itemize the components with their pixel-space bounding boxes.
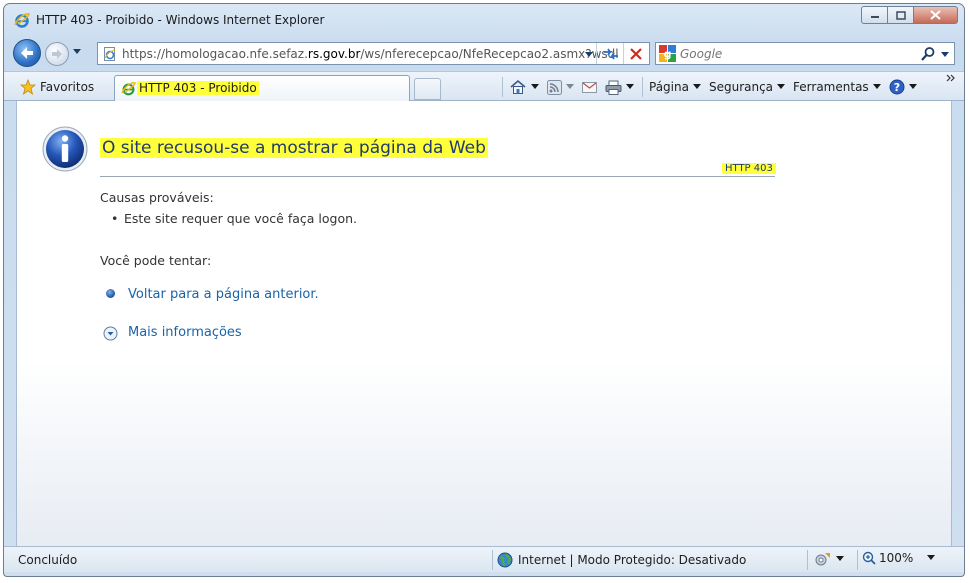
command-separator (642, 77, 643, 97)
security-dropdown-icon (836, 556, 844, 561)
info-icon (42, 126, 88, 172)
page-icon (104, 47, 116, 61)
rss-feed-icon (547, 79, 562, 95)
globe-icon (497, 552, 513, 568)
favorites-label: Favoritos (40, 80, 95, 94)
status-separator (857, 550, 858, 570)
zoom-control[interactable]: 100% (862, 551, 936, 565)
security-zone[interactable]: Internet | Modo Protegido: Desativado (497, 551, 746, 569)
expand-down-icon[interactable] (103, 326, 118, 341)
back-arrow-icon (21, 47, 33, 59)
command-separator (502, 77, 503, 97)
status-text: Concluído (18, 553, 78, 567)
tools-menu-dropdown-icon (872, 84, 881, 89)
home-icon (510, 79, 526, 94)
svg-text:?: ? (893, 81, 899, 94)
status-separator (807, 550, 808, 570)
forward-arrow-icon (52, 49, 62, 59)
home-button[interactable] (509, 79, 539, 95)
minimize-button[interactable] (861, 6, 888, 24)
cause-item: Este site requer que você faça logon. (111, 211, 357, 226)
page-menu-dropdown-icon (692, 84, 701, 89)
bullet-icon (106, 289, 115, 298)
caption-buttons (861, 6, 958, 26)
causes-heading: Causas prováveis: (100, 190, 214, 205)
page-content: O site recusou-se a mostrar a página da … (16, 101, 952, 546)
help-dropdown-icon (908, 84, 917, 89)
forward-button[interactable] (45, 42, 69, 66)
more-information-link[interactable]: Mais informações (128, 325, 242, 340)
maximize-icon (895, 10, 906, 20)
minimize-icon (870, 16, 879, 18)
security-gear-icon (815, 553, 830, 566)
close-icon (930, 10, 941, 20)
google-icon: g (659, 45, 676, 62)
url-prefix: https://homologacao.nfe.sefaz. (122, 47, 308, 61)
address-bar[interactable]: https://homologacao.nfe.sefaz.rs.gov.br/… (97, 42, 650, 65)
zoom-dropdown-icon (927, 555, 936, 560)
read-mail-button[interactable] (582, 81, 597, 93)
home-dropdown-icon[interactable] (531, 84, 539, 90)
print-dropdown-icon[interactable] (626, 84, 634, 90)
back-to-previous-page-link[interactable]: Voltar para a página anterior. (128, 287, 319, 302)
title-bar: HTTP 403 - Proibido - Windows Internet E… (4, 4, 964, 34)
printer-icon (605, 80, 622, 95)
zone-label: Internet | Modo Protegido: Desativado (518, 553, 747, 567)
favorites-star-icon (20, 79, 36, 95)
history-dropdown-icon[interactable] (72, 48, 82, 55)
status-separator (492, 550, 493, 570)
close-button[interactable] (914, 6, 958, 24)
svg-text:g: g (664, 48, 672, 61)
browser-window: HTTP 403 - Proibido - Windows Internet E… (3, 3, 965, 577)
window-title: HTTP 403 - Proibido - Windows Internet E… (36, 13, 325, 27)
ie-page-icon (121, 82, 136, 96)
protected-mode-button[interactable] (814, 551, 844, 567)
zoom-level: 100% (879, 551, 914, 565)
url-domain: rs.gov.br (307, 47, 361, 61)
try-heading: Você pode tentar: (100, 253, 212, 268)
title-divider (100, 176, 775, 177)
search-icon[interactable] (920, 46, 936, 62)
help-menu[interactable]: ? (889, 79, 917, 95)
search-input[interactable] (680, 46, 900, 62)
url-text[interactable]: https://homologacao.nfe.sefaz.rs.gov.br/… (122, 47, 619, 61)
mail-icon (582, 82, 597, 93)
search-options-dropdown-icon[interactable] (940, 48, 950, 60)
print-button[interactable] (605, 80, 634, 95)
security-menu-label: Segurança (708, 80, 774, 94)
command-bar: Página Segurança Ferramentas ? (502, 76, 925, 98)
stop-icon[interactable] (628, 46, 644, 62)
search-box[interactable]: g (655, 42, 955, 65)
error-code: HTTP 403 (722, 163, 776, 174)
tools-menu[interactable]: Ferramentas (793, 80, 881, 94)
navigation-bar: https://homologacao.nfe.sefaz.rs.gov.br/… (4, 38, 964, 68)
help-icon: ? (889, 79, 905, 95)
tab-label: HTTP 403 - Proibido (137, 81, 259, 95)
status-bar: Concluído Internet | Modo Protegido: Des… (4, 546, 964, 572)
page-menu[interactable]: Página (649, 80, 701, 94)
zoom-magnifier-icon (862, 551, 876, 565)
back-button[interactable] (13, 39, 41, 67)
ie-logo-icon (14, 13, 30, 28)
tab-bar: Favoritos HTTP 403 - Proibido Página Seg… (4, 71, 964, 101)
new-tab-button[interactable] (414, 78, 441, 100)
address-separator (596, 43, 597, 64)
favorites-button[interactable]: Favoritos (20, 77, 94, 97)
feeds-button[interactable] (547, 79, 574, 95)
tab-http-403[interactable]: HTTP 403 - Proibido (114, 75, 410, 101)
address-separator (623, 43, 624, 64)
toolbar-overflow-chevron-icon[interactable] (946, 73, 956, 83)
error-title: O site recusou-se a mostrar a página da … (100, 138, 488, 158)
compatibility-refresh-icon[interactable] (601, 46, 621, 62)
security-menu[interactable]: Segurança (708, 80, 786, 94)
tools-menu-label: Ferramentas (793, 80, 869, 94)
url-suffix: /ws/nferecepcao/NfeRecepcao2.asmx?wsdl (360, 47, 619, 61)
maximize-button[interactable] (888, 6, 914, 24)
address-dropdown-icon[interactable] (584, 48, 594, 60)
feeds-dropdown-icon[interactable] (566, 84, 574, 90)
page-menu-label: Página (649, 80, 689, 94)
security-menu-dropdown-icon (777, 84, 786, 89)
